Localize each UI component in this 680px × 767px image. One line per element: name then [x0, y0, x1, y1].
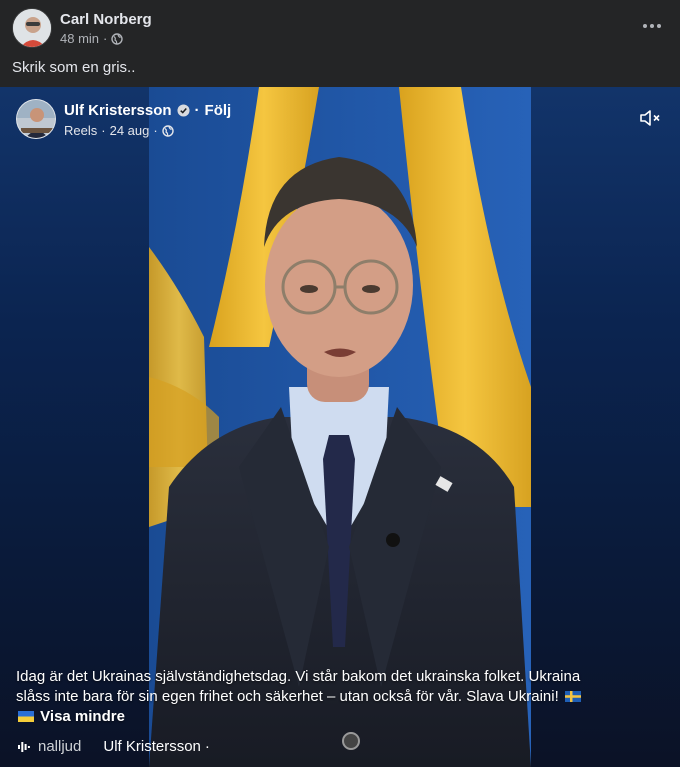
post-meta: 48 min ·	[60, 31, 124, 46]
caption-line-2: slåss inte bara för sin egen frihet och …	[16, 688, 559, 705]
reel-meta-separator-2: ·	[153, 123, 158, 138]
sweden-flag-icon	[564, 691, 581, 702]
reel-caption: Idag är det Ukrainas självständighetsdag…	[16, 667, 596, 727]
post-author-name[interactable]: Carl Norberg	[60, 11, 152, 28]
more-options-button[interactable]	[638, 14, 666, 38]
post-meta-separator: ·	[103, 31, 108, 46]
globe-icon	[162, 124, 174, 137]
post-text: Skrik som en gris..	[12, 59, 136, 76]
show-less-link[interactable]: Visa mindre	[40, 708, 125, 725]
reel-author-avatar[interactable]	[16, 99, 56, 139]
post-header: Carl Norberg 48 min ·	[0, 0, 680, 56]
audio-separator: ·	[204, 738, 210, 755]
reel-video-frame[interactable]	[149, 87, 531, 767]
reel-date[interactable]: 24 aug	[110, 123, 150, 138]
audio-bars-icon	[18, 741, 30, 752]
speaker-muted-icon[interactable]	[638, 107, 662, 129]
reel-video-player[interactable]: Ulf Kristersson · Följ Reels · 24 aug · …	[0, 87, 680, 767]
reel-audio-row[interactable]: nalljud Ulf Kristersson ·	[18, 738, 210, 755]
audio-artist[interactable]: Ulf Kristersson	[103, 738, 201, 755]
reel-header: Ulf Kristersson · Följ Reels · 24 aug ·	[0, 87, 680, 147]
ukraine-flag-icon	[18, 711, 34, 722]
reel-meta: Reels · 24 aug ·	[64, 123, 174, 138]
globe-icon	[111, 32, 124, 45]
more-horizontal-icon	[643, 24, 647, 28]
reel-author-photo	[17, 100, 55, 138]
reel-name-row: Ulf Kristersson · Följ	[64, 102, 231, 119]
post-time[interactable]: 48 min	[60, 31, 99, 46]
audio-label: nalljud	[38, 738, 82, 755]
more-dot	[650, 24, 654, 28]
follow-button[interactable]: Följ	[205, 102, 232, 119]
more-dot	[657, 24, 661, 28]
reel-author-name[interactable]: Ulf Kristersson	[64, 102, 172, 119]
author-avatar[interactable]	[12, 8, 52, 48]
verified-badge-icon	[176, 104, 190, 117]
follow-separator: ·	[194, 102, 200, 119]
author-photo	[13, 9, 51, 47]
reel-type-link[interactable]: Reels	[64, 123, 97, 138]
caption-line-1: Idag är det Ukrainas självständighetsdag…	[16, 668, 581, 685]
reel-meta-separator: ·	[101, 123, 106, 138]
video-still	[149, 87, 531, 767]
